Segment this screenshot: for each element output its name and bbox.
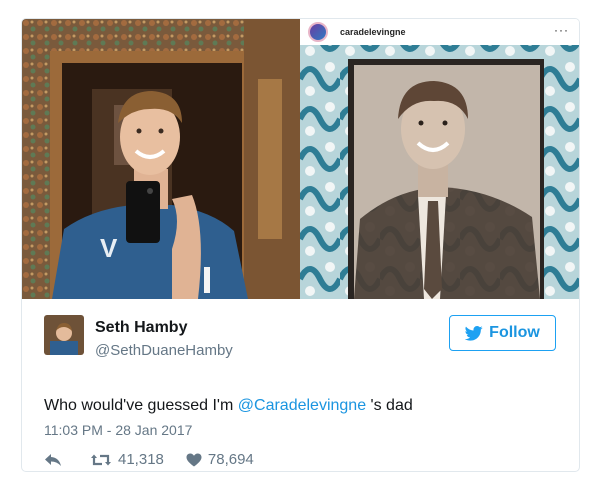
instagram-header: caradelevingne ··· xyxy=(300,19,579,45)
avatar-image xyxy=(44,315,84,355)
instagram-avatar[interactable] xyxy=(308,22,328,42)
tweet-actions: 41,318 78,694 xyxy=(44,451,276,468)
tweet-text-after: 's dad xyxy=(366,397,413,414)
user-handle[interactable]: @SethDuaneHamby xyxy=(95,342,233,359)
selfie-photo[interactable]: V xyxy=(22,19,300,299)
avatar[interactable] xyxy=(44,315,84,355)
retweet-button[interactable]: 41,318 xyxy=(90,451,164,468)
like-button[interactable]: 78,694 xyxy=(186,451,254,468)
vintage-portrait-illustration xyxy=(300,45,579,299)
instagram-photo[interactable]: caradelevingne ··· xyxy=(300,19,579,299)
svg-text:V: V xyxy=(100,233,118,263)
like-count: 78,694 xyxy=(207,451,254,468)
display-name[interactable]: Seth Hamby xyxy=(95,319,187,337)
reply-button[interactable] xyxy=(44,453,68,467)
reply-icon xyxy=(45,453,61,466)
follow-label: Follow xyxy=(489,324,540,341)
instagram-username[interactable]: caradelevingne xyxy=(340,27,406,37)
tweet-timestamp[interactable]: 11:03 PM - 28 Jan 2017 xyxy=(44,422,192,438)
tweet-media[interactable]: V caradelevingne ··· xyxy=(22,19,579,299)
heart-icon xyxy=(186,453,202,466)
follow-button[interactable]: Follow xyxy=(449,315,556,351)
tweet-text: Who would've guessed I'm @Caradelevingne… xyxy=(44,397,413,415)
mention-link[interactable]: @Caradelevingne xyxy=(238,397,366,414)
selfie-illustration: V xyxy=(22,19,300,299)
tweet-card: V caradelevingne ··· Seth Hamby @SethDua… xyxy=(21,18,580,472)
retweet-icon xyxy=(91,454,111,465)
more-options-icon[interactable]: ··· xyxy=(554,23,569,37)
retweet-count: 41,318 xyxy=(118,451,164,468)
tweet-text-before: Who would've guessed I'm xyxy=(44,397,238,414)
tweet-body: Seth Hamby @SethDuaneHamby Follow Who wo… xyxy=(22,299,579,471)
twitter-bird-icon xyxy=(465,325,483,341)
